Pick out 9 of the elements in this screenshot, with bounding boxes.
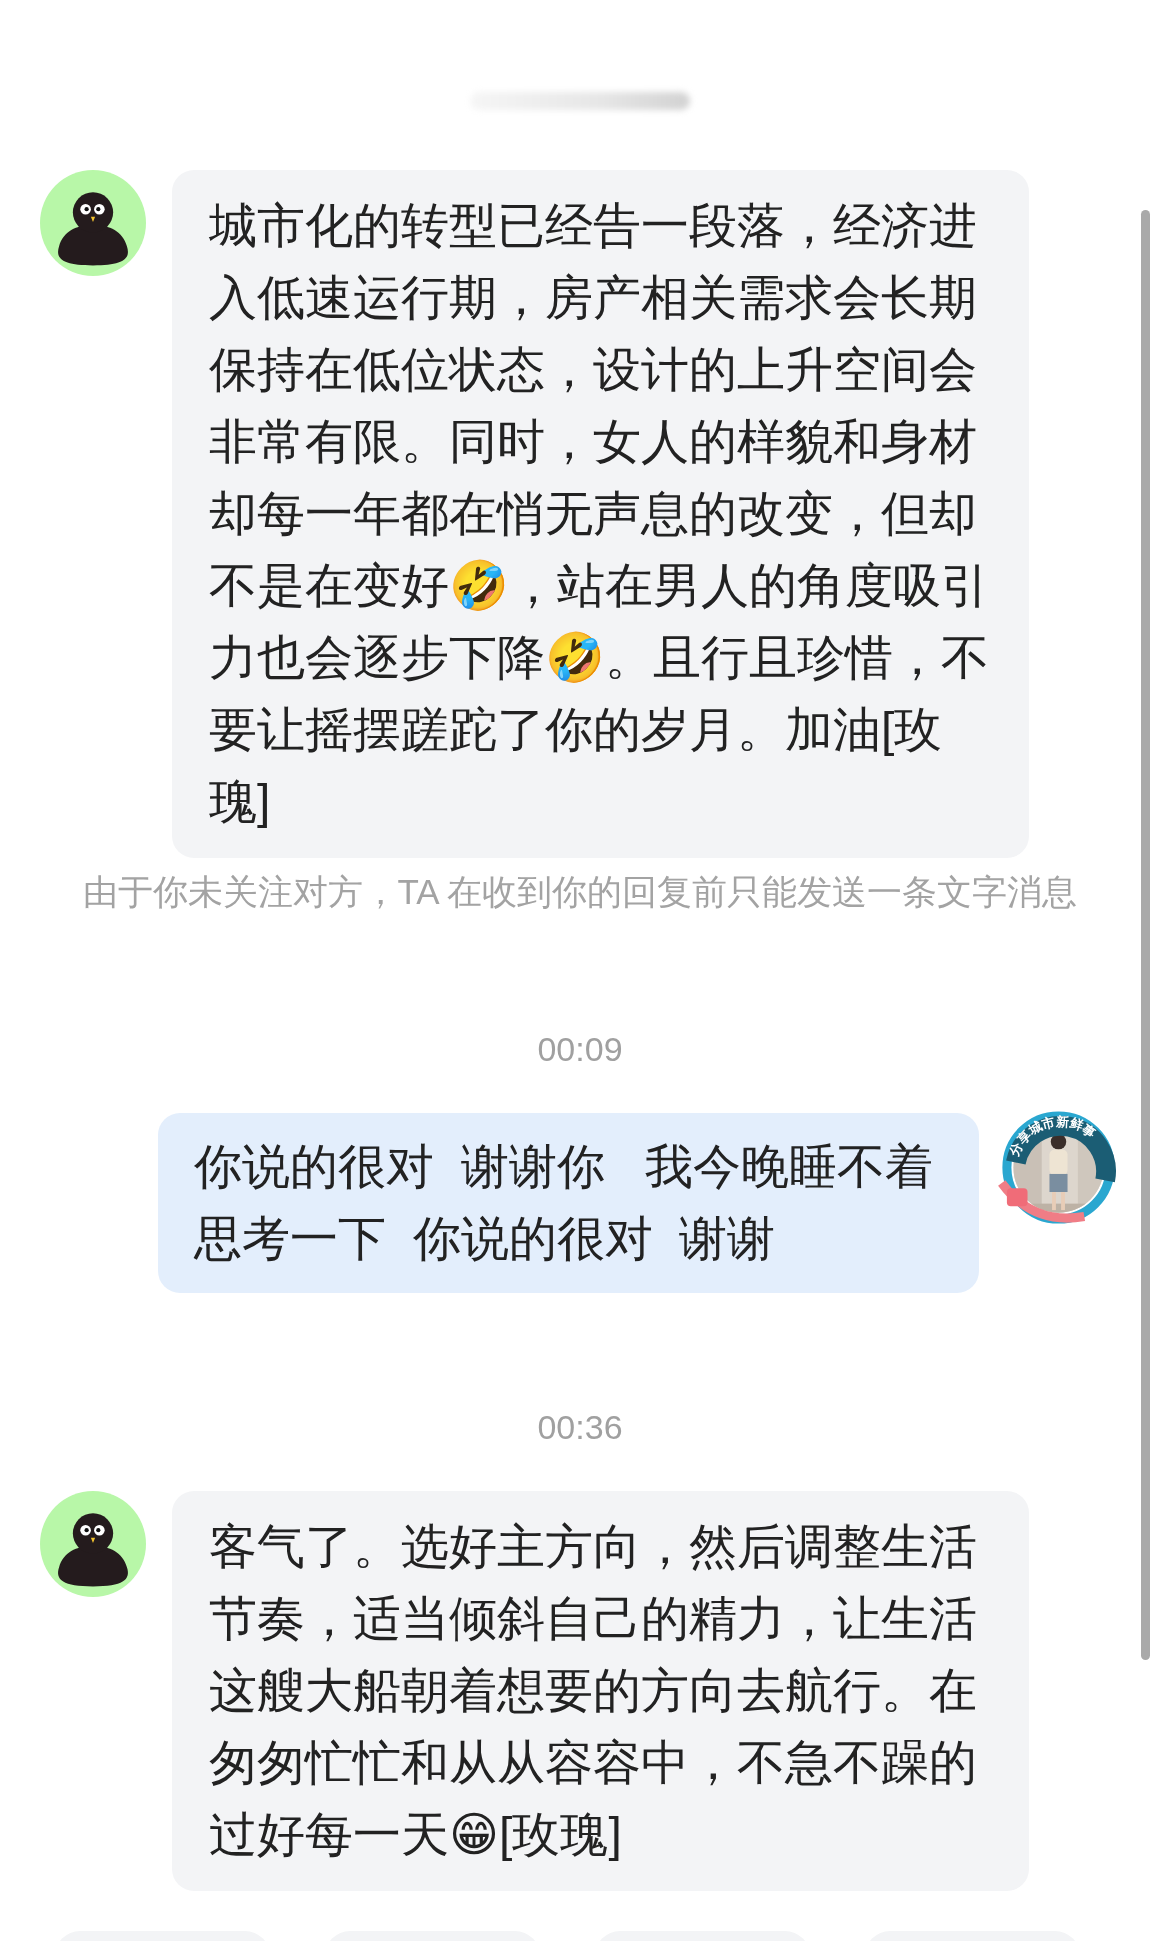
message-text: 客气了。选好主方向，然后调整生活节奏，适当倾斜自己的精力，让生活这艘大船朝着想要的方向去航行。在匆匆忙忙和从从容容中，不急不躁的过好每一天😁[玫瑰]	[209, 1520, 977, 1861]
scrollbar[interactable]	[1141, 210, 1150, 1660]
notice-text: 由于你未关注对方，TA 在收到你的回复前只能发送一条文字消息	[81, 871, 1079, 913]
timestamp: 00:36	[537, 1408, 623, 1446]
message-text: 你说的很对 谢谢你 我今晚睡不着思考一下 你说的很对 谢谢	[194, 1140, 933, 1265]
penguin-avatar-icon[interactable]	[40, 170, 146, 276]
timestamp: 00:09	[537, 1030, 623, 1068]
penguin-avatar-icon[interactable]	[40, 1491, 146, 1597]
message-text: 城市化的转型已经告一段落，经济进入低速运行期，房产相关需求会长期保持在低位状态，设计的上升空间会非常有限。同时，女人的样貌和身材却每一年都在悄无声息的改变，但却不是在变好🤣，站在男人的角度吸引力也会逐步下降🤣。且行且珍惜，不要让摇摆蹉跎了你的岁月。加油[玫瑰]	[209, 199, 989, 828]
